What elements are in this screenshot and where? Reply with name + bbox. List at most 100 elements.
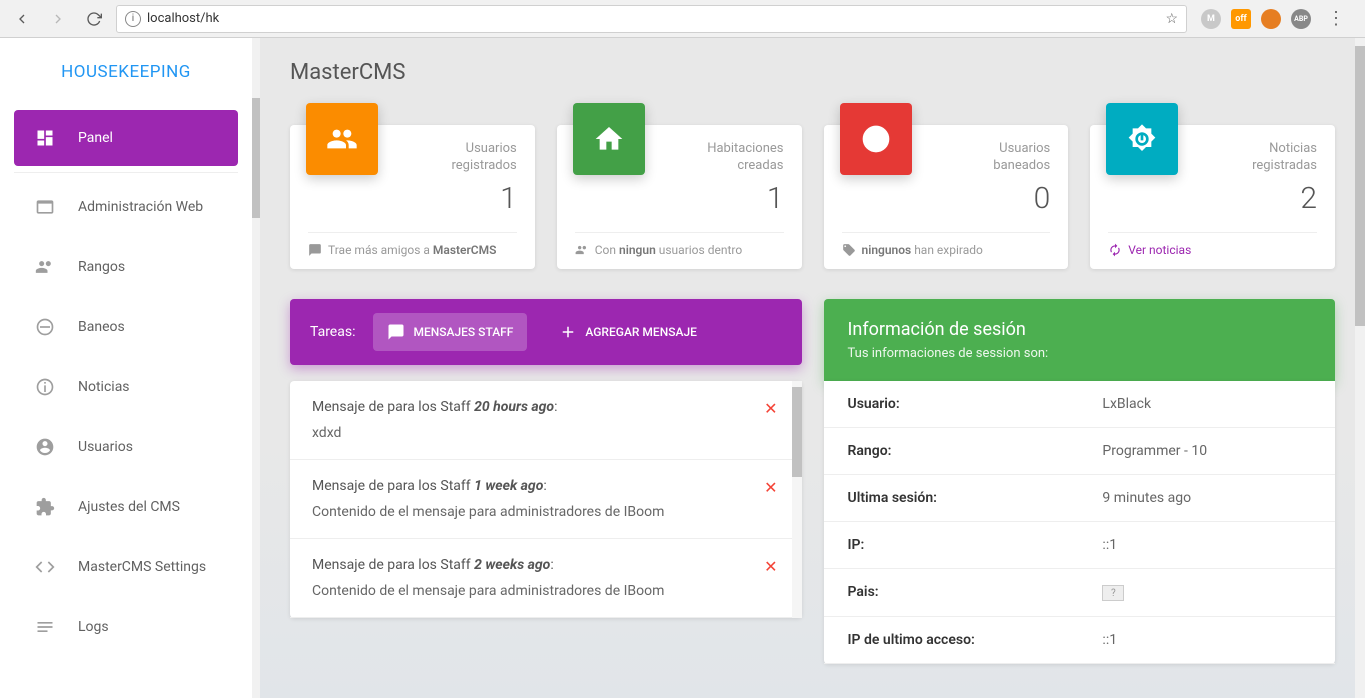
- extension-icon[interactable]: M: [1201, 9, 1221, 29]
- main-content: MasterCMS Usuariosregistrados 1 Trae más…: [260, 38, 1365, 698]
- session-row-rango: Rango: Programmer - 10: [824, 428, 1336, 475]
- close-icon[interactable]: ✕: [764, 478, 777, 497]
- nav-label: Administración Web: [78, 199, 203, 215]
- session-row-pais: Pais: ?: [824, 569, 1336, 618]
- nav-label: MasterCMS Settings: [78, 559, 206, 575]
- divider: [14, 172, 238, 173]
- stat-value: 1: [575, 181, 784, 216]
- stat-value: 0: [842, 181, 1051, 216]
- message-body: xdxd: [312, 425, 762, 441]
- nav-label: Rangos: [78, 259, 125, 275]
- sidebar-item-rangos[interactable]: Rangos: [14, 239, 238, 295]
- sidebar-scrollbar[interactable]: [252, 38, 260, 698]
- stat-footer: Con ningun usuarios dentro: [575, 232, 784, 257]
- session-label: IP de ultimo acceso:: [848, 632, 1103, 648]
- chat-icon: [387, 323, 405, 341]
- session-table: Usuario: LxBlack Rango: Programmer - 10 …: [824, 381, 1336, 665]
- tasks-label: Tareas:: [310, 324, 355, 340]
- extension-icons: M off ABP ⋮: [1195, 8, 1357, 29]
- extension-icon[interactable]: off: [1231, 9, 1251, 29]
- info-icon: [840, 103, 912, 175]
- main-scrollbar[interactable]: [1355, 38, 1365, 698]
- tab-mensajes-staff[interactable]: MENSAJES STAFF: [373, 313, 527, 351]
- stats-row: Usuariosregistrados 1 Trae más amigos a …: [290, 125, 1335, 269]
- stat-value: 1: [308, 181, 517, 216]
- users-icon: [306, 103, 378, 175]
- site-info-icon[interactable]: i: [125, 11, 141, 27]
- sidebar: HOUSEKEEPING Panel Administración Web Ra…: [0, 38, 260, 698]
- sidebar-item-ajustes-cms[interactable]: Ajustes del CMS: [14, 479, 238, 535]
- extension-icon: [34, 496, 56, 518]
- stat-footer: Trae más amigos a MasterCMS: [308, 232, 517, 257]
- sidebar-item-noticias[interactable]: Noticias: [14, 359, 238, 415]
- browser-toolbar: i localhost/hk ☆ M off ABP ⋮: [0, 0, 1365, 38]
- nav-label: Logs: [78, 619, 109, 635]
- nav-label: Usuarios: [78, 439, 133, 455]
- session-row-ip-ultimo: IP de ultimo acceso: ::1: [824, 617, 1336, 664]
- url-text: localhost/hk: [147, 11, 1159, 26]
- stat-footer[interactable]: Ver noticias: [1108, 232, 1317, 257]
- message-item: Mensaje de para los Staff 2 weeks ago: C…: [290, 539, 802, 618]
- block-icon: [34, 316, 56, 338]
- stat-card-habitaciones: Habitacionescreadas 1 Con ningun usuario…: [557, 125, 802, 269]
- nav-label: Panel: [78, 130, 113, 146]
- session-value: ::1: [1102, 537, 1117, 553]
- stat-card-baneados: Usuariosbaneados 0 ningunos han expirado: [824, 125, 1069, 269]
- sidebar-item-panel[interactable]: Panel: [14, 110, 238, 166]
- session-value: 9 minutes ago: [1102, 490, 1191, 506]
- close-icon[interactable]: ✕: [764, 399, 777, 418]
- back-button[interactable]: [8, 5, 36, 33]
- bookmark-star-icon[interactable]: ☆: [1165, 11, 1178, 27]
- message-body: Contenido de el mensaje para administrad…: [312, 583, 762, 599]
- user-icon: [34, 436, 56, 458]
- nav-label: Baneos: [78, 319, 125, 335]
- sidebar-item-admin-web[interactable]: Administración Web: [14, 179, 238, 235]
- tasks-header: Tareas: MENSAJES STAFF AGREGAR MENSAJE: [290, 299, 802, 365]
- session-row-ultima-sesion: Ultima sesión: 9 minutes ago: [824, 475, 1336, 522]
- stat-value: 2: [1108, 181, 1317, 216]
- session-label: Pais:: [848, 584, 1103, 602]
- session-row-ip: IP: ::1: [824, 522, 1336, 569]
- code-icon: [34, 556, 56, 578]
- tab-label: MENSAJES STAFF: [413, 325, 513, 339]
- refresh-icon: [1108, 243, 1122, 257]
- group-icon: [34, 256, 56, 278]
- sidebar-item-mastercms-settings[interactable]: MasterCMS Settings: [14, 539, 238, 595]
- message-item: Mensaje de para los Staff 1 week ago: Co…: [290, 460, 802, 539]
- sidebar-item-logs[interactable]: Logs: [14, 599, 238, 655]
- news-icon: [34, 376, 56, 398]
- session-label: Rango:: [848, 443, 1103, 459]
- close-icon[interactable]: ✕: [764, 557, 777, 576]
- sidebar-title: HOUSEKEEPING: [0, 38, 252, 110]
- url-bar[interactable]: i localhost/hk ☆: [116, 5, 1187, 33]
- session-row-usuario: Usuario: LxBlack: [824, 381, 1336, 428]
- messages-scrollbar[interactable]: [792, 381, 802, 618]
- session-value: ?: [1102, 584, 1124, 602]
- extension-icon-abp[interactable]: ABP: [1291, 9, 1311, 29]
- web-icon: [34, 196, 56, 218]
- flag-placeholder-icon: ?: [1102, 585, 1124, 601]
- reload-button[interactable]: [80, 5, 108, 33]
- nav-label: Ajustes del CMS: [78, 499, 180, 515]
- session-column: Información de sesión Tus informaciones …: [824, 299, 1336, 665]
- extension-icon[interactable]: [1261, 9, 1281, 29]
- message-title: Mensaje de para los Staff 1 week ago:: [312, 478, 762, 494]
- tab-label: AGREGAR MENSAJE: [585, 325, 697, 339]
- tasks-column: Tareas: MENSAJES STAFF AGREGAR MENSAJE M…: [290, 299, 802, 665]
- plus-icon: [559, 323, 577, 341]
- stat-card-noticias: Noticiasregistradas 2 Ver noticias: [1090, 125, 1335, 269]
- group-icon: [575, 243, 589, 257]
- nav-label: Noticias: [78, 379, 130, 395]
- ver-noticias-link[interactable]: Ver noticias: [1128, 243, 1191, 257]
- tab-agregar-mensaje[interactable]: AGREGAR MENSAJE: [545, 313, 711, 351]
- sidebar-item-baneos[interactable]: Baneos: [14, 299, 238, 355]
- columns: Tareas: MENSAJES STAFF AGREGAR MENSAJE M…: [290, 299, 1335, 665]
- session-subtitle: Tus informaciones de session son:: [848, 346, 1312, 361]
- stat-card-usuarios-registrados: Usuariosregistrados 1 Trae más amigos a …: [290, 125, 535, 269]
- stat-footer: ningunos han expirado: [842, 232, 1051, 257]
- list-icon: [34, 616, 56, 638]
- forward-button[interactable]: [44, 5, 72, 33]
- sidebar-item-usuarios[interactable]: Usuarios: [14, 419, 238, 475]
- home-icon: [573, 103, 645, 175]
- browser-menu-icon[interactable]: ⋮: [1321, 8, 1351, 29]
